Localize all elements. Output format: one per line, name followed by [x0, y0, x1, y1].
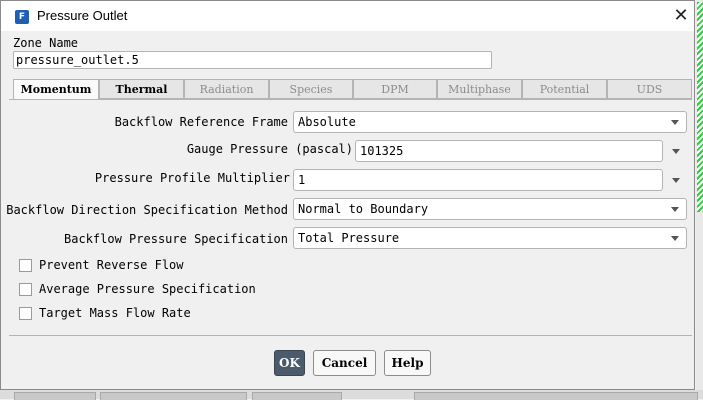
gauge-pressure-profile-chevron-icon[interactable] [672, 149, 680, 154]
backflow-reference-frame-dropdown[interactable]: Absolute [293, 111, 687, 133]
background-app-bottom [0, 390, 703, 400]
backflow-direction-method-value: Normal to Boundary [298, 202, 429, 216]
backflow-direction-method-label: Backflow Direction Specification Method [6, 203, 288, 217]
prevent-reverse-flow-label: Prevent Reverse Flow [39, 258, 184, 272]
average-pressure-spec-checkbox[interactable] [19, 283, 32, 296]
pressure-profile-multiplier-label: Pressure Profile Multiplier [94, 171, 290, 185]
backflow-reference-frame-value: Absolute [298, 115, 356, 129]
cancel-button[interactable]: Cancel [313, 350, 376, 376]
tab-radiation: Radiation [184, 79, 269, 99]
backflow-direction-method-dropdown[interactable]: Normal to Boundary [293, 198, 687, 220]
average-pressure-spec-label: Average Pressure Specification [39, 282, 256, 296]
fluent-app-icon: F [15, 10, 29, 24]
tab-species: Species [269, 79, 353, 99]
backflow-reference-frame-label: Backflow Reference Frame [114, 115, 288, 129]
window-title: Pressure Outlet [37, 8, 128, 23]
title-bar[interactable]: F Pressure Outlet ✕ [1, 1, 694, 31]
tab-potential: Potential [522, 79, 607, 99]
tab-bar: Momentum Thermal Radiation Species DPM M… [13, 79, 692, 100]
backflow-pressure-spec-value: Total Pressure [298, 231, 400, 245]
chevron-down-icon [671, 120, 679, 125]
zone-name-label: Zone Name [13, 36, 79, 50]
backflow-pressure-spec-label: Backflow Pressure Specification [64, 232, 288, 246]
pressure-outlet-dialog: F Pressure Outlet ✕ Zone Name pressure_o… [0, 0, 695, 390]
tab-thermal[interactable]: Thermal [99, 79, 184, 99]
tab-dpm: DPM [353, 79, 437, 99]
help-button[interactable]: Help [384, 350, 431, 376]
multiplier-profile-chevron-icon[interactable] [672, 178, 680, 183]
chevron-down-icon [671, 236, 679, 241]
gauge-pressure-label: Gauge Pressure (pascal) [186, 142, 353, 156]
backflow-pressure-spec-dropdown[interactable]: Total Pressure [293, 227, 687, 249]
gauge-pressure-input[interactable]: 101325 [355, 140, 663, 162]
chevron-down-icon [671, 207, 679, 212]
zone-name-input[interactable]: pressure_outlet.5 [13, 51, 492, 69]
tab-momentum[interactable]: Momentum [13, 79, 99, 100]
button-separator [9, 335, 692, 336]
pressure-profile-multiplier-input[interactable]: 1 [293, 169, 663, 191]
prevent-reverse-flow-checkbox[interactable] [19, 259, 32, 272]
tab-multiphase: Multiphase [437, 79, 522, 99]
ok-button[interactable]: OK [274, 350, 305, 376]
tab-uds: UDS [607, 79, 692, 99]
target-mass-flow-rate-label: Target Mass Flow Rate [39, 306, 191, 320]
target-mass-flow-rate-checkbox[interactable] [19, 307, 32, 320]
background-mesh-preview [697, 2, 703, 212]
close-icon[interactable]: ✕ [671, 6, 691, 26]
